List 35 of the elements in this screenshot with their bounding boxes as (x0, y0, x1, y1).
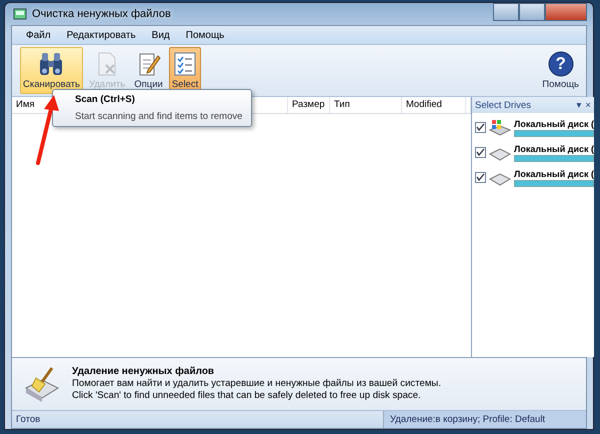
window-title: Очистка ненужных файлов (32, 8, 171, 20)
broom-drive-icon (24, 366, 60, 402)
menu-item[interactable]: Помощь (184, 30, 226, 40)
column-header[interactable]: Modified (402, 97, 466, 113)
pane-menu-button[interactable]: ▾ (576, 99, 582, 111)
status-text: Готов (15, 414, 42, 425)
annotation-arrow (36, 95, 59, 165)
checklist-icon (172, 51, 198, 77)
scan-button[interactable]: Сканировать (20, 47, 83, 94)
checkbox[interactable] (475, 122, 486, 133)
menu-item[interactable]: Редактировать (64, 30, 138, 40)
menu-item[interactable]: Вид (150, 30, 172, 40)
question-mark: ? (555, 53, 566, 75)
drive-label[interactable]: Локальный диск ( (514, 168, 594, 178)
pane-close-button[interactable]: × (585, 100, 591, 110)
tooltip-title: Scan (Ctrl+S) (75, 93, 136, 106)
column-header[interactable]: Тип (330, 97, 402, 113)
checkbox[interactable] (475, 172, 486, 183)
minimize-button[interactable] (493, 3, 519, 21)
column-header[interactable]: Размер (288, 97, 330, 113)
status-text: Удаление:в корзину; Profile: Default (383, 411, 586, 428)
drive-label[interactable]: Локальный диск ( (514, 118, 594, 128)
help-button[interactable]: ? Помощь (539, 47, 582, 94)
drive-label[interactable]: Локальный диск ( (514, 144, 594, 154)
tooltip-text: Start scanning and find items to remove (75, 110, 244, 123)
info-title: Удаление ненужных файлов (72, 366, 216, 378)
help-icon (548, 51, 574, 77)
pane-title: Select Drives (475, 100, 532, 110)
maximize-button[interactable] (519, 3, 545, 21)
app-icon (13, 7, 27, 21)
info-text: Помогает вам найти и удалить устаревшие и ненужные файлы из вашей системы. (72, 378, 441, 390)
checkbox[interactable] (475, 147, 486, 158)
menu-item[interactable]: Файл (24, 30, 53, 40)
close-button[interactable] (545, 3, 587, 21)
info-text: Click 'Scan' to find unneeded files that can be safely deleted to free up disk space. (72, 390, 422, 402)
